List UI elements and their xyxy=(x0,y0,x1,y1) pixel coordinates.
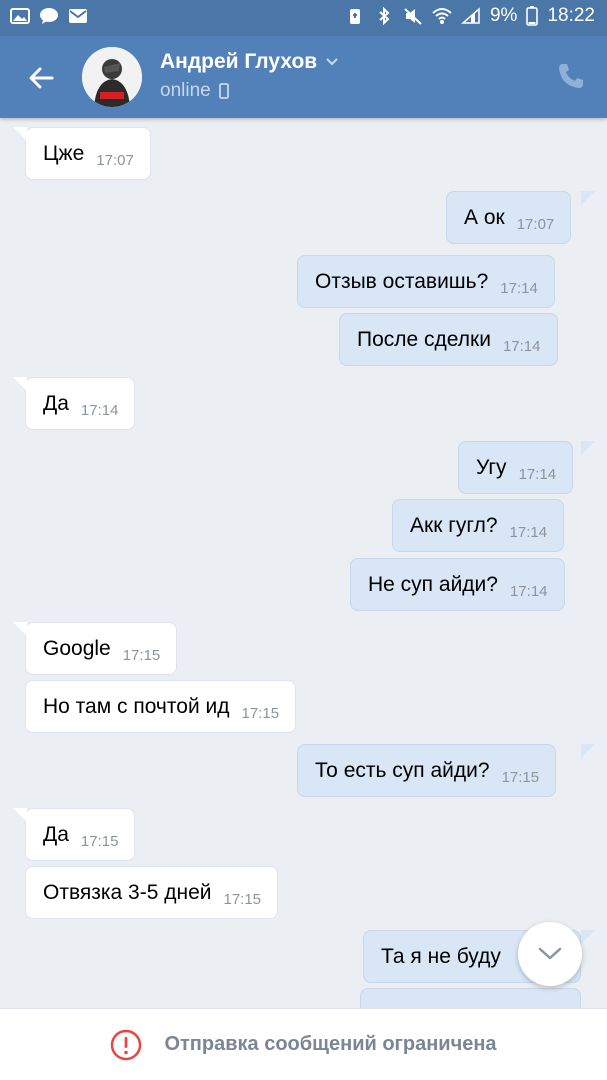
message-time: 17:07 xyxy=(516,216,555,233)
message-text: Цже xyxy=(43,141,85,165)
message-text: То есть суп айди? xyxy=(315,758,490,782)
message-bubble[interactable] xyxy=(360,988,581,1008)
chevron-down-icon[interactable] xyxy=(325,57,339,67)
bubble-tail xyxy=(581,191,595,205)
message-time: 17:14 xyxy=(509,524,548,541)
bubble-tail xyxy=(581,744,595,758)
message-bubble[interactable]: Угу 17:14 xyxy=(458,441,574,494)
signal-icon xyxy=(460,7,480,24)
message-bubble[interactable]: Не суп айди? 17:14 xyxy=(350,558,565,611)
phone-call-icon[interactable] xyxy=(555,60,587,92)
message-time: 17:14 xyxy=(509,583,548,600)
bubble-tail xyxy=(13,127,27,141)
message-text: После сделки xyxy=(357,327,491,351)
message-text: Акк гугл? xyxy=(410,513,498,537)
message-time: 17:15 xyxy=(501,769,540,786)
message-bubble[interactable]: А ок 17:07 xyxy=(446,191,572,244)
avatar-image xyxy=(82,47,142,107)
bluetooth-icon xyxy=(379,7,390,25)
mail-icon xyxy=(69,9,87,23)
message-time: 17:14 xyxy=(518,466,557,483)
status-bar: 9% 18:22 xyxy=(0,0,607,36)
presence-row: online xyxy=(160,80,229,102)
message-time: 17:15 xyxy=(80,833,119,850)
wifi-icon xyxy=(432,8,452,24)
message-text: Не суп айди? xyxy=(368,572,498,596)
message-time: 17:07 xyxy=(96,152,134,169)
avatar[interactable] xyxy=(82,47,142,107)
restricted-notice-bar: Отправка сообщений ограничена xyxy=(0,1008,607,1080)
message-text: Отзыв оставишь? xyxy=(315,269,489,293)
mute-icon xyxy=(404,8,422,25)
chevron-down-icon xyxy=(538,947,562,960)
message-text: Отвязка 3-5 дней xyxy=(43,880,212,904)
message-list[interactable]: Цже 17:07 А ок 17:07 Отзыв оставишь? 17:… xyxy=(0,118,607,1008)
message-bubble[interactable]: Цже 17:07 xyxy=(25,127,151,180)
message-bubble[interactable]: После сделки 17:14 xyxy=(339,313,558,366)
bubble-tail xyxy=(581,441,595,455)
battery-percent: 9% xyxy=(489,5,518,26)
message-text: Но там с почтой ид xyxy=(43,694,230,718)
restricted-notice-text: Отправка сообщений ограничена xyxy=(164,1033,497,1055)
message-text: Угу xyxy=(476,455,507,479)
message-text: Google xyxy=(43,636,111,660)
message-bubble[interactable]: Да 17:15 xyxy=(25,808,136,861)
message-text: Да xyxy=(43,822,69,846)
battery-icon xyxy=(526,6,539,26)
bubble-tail xyxy=(581,930,595,944)
message-text: Да xyxy=(43,391,69,415)
clock: 18:22 xyxy=(547,5,595,26)
message-bubble[interactable]: Отзыв оставишь? 17:14 xyxy=(297,255,555,308)
message-bubble[interactable]: Да 17:14 xyxy=(25,377,136,430)
gallery-icon xyxy=(10,8,30,24)
message-time: 17:14 xyxy=(500,280,538,297)
battery-saver-icon xyxy=(349,9,360,24)
message-bubble[interactable]: Акк гугл? 17:14 xyxy=(392,499,565,552)
contact-name[interactable]: Андрей Глухов xyxy=(160,50,317,74)
message-bubble[interactable]: То есть суп айди? 17:15 xyxy=(297,744,557,797)
bubble-tail xyxy=(13,377,27,391)
chat-header: Андрей Глухов online xyxy=(0,36,607,118)
message-time: 17:15 xyxy=(122,647,161,664)
message-time: 17:15 xyxy=(241,705,280,722)
bubble-tail xyxy=(13,622,27,636)
presence-status: online xyxy=(160,80,211,101)
bubble-tail xyxy=(13,808,27,822)
message-time: 17:15 xyxy=(223,891,262,908)
message-time: 17:14 xyxy=(80,402,119,419)
system-icons: 9% 18:22 xyxy=(345,5,595,27)
message-bubble[interactable]: Но там с почтой ид 17:15 xyxy=(25,680,297,733)
contact-name-row[interactable]: Андрей Глухов xyxy=(160,50,339,74)
message-text: Та я не буду xyxy=(381,944,501,968)
scroll-to-bottom-button[interactable] xyxy=(518,922,582,986)
alert-circle-icon xyxy=(111,1029,142,1060)
message-bubble[interactable]: Отвязка 3-5 дней 17:15 xyxy=(25,866,279,919)
mobile-device-icon xyxy=(218,83,229,99)
message-time: 17:14 xyxy=(502,338,541,355)
message-text: А ок xyxy=(464,205,505,229)
notification-icons xyxy=(10,7,88,25)
back-arrow-icon[interactable] xyxy=(22,58,62,98)
chat-bubble-icon xyxy=(40,8,58,24)
message-bubble[interactable]: Google 17:15 xyxy=(25,622,178,675)
